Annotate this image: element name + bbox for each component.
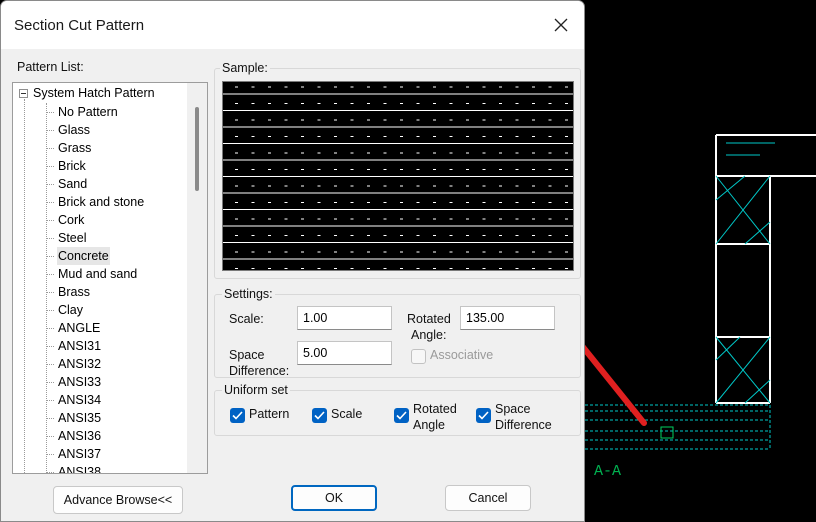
tree-item[interactable]: Mud and sand xyxy=(57,265,138,283)
tree-guide-line xyxy=(46,202,54,203)
tree-item[interactable]: Clay xyxy=(57,301,84,319)
tree-item[interactable]: Concrete xyxy=(57,247,110,265)
cad-section-band xyxy=(585,404,771,450)
tree-guide-line xyxy=(46,454,54,455)
tree-guide-line xyxy=(46,184,54,185)
associative-label: Associative xyxy=(430,348,494,362)
tree-guide-line xyxy=(46,256,54,257)
tree-guide-line xyxy=(46,472,54,473)
tree-root-node[interactable]: System Hatch Pattern xyxy=(19,86,155,100)
tree-guide-line xyxy=(46,292,54,293)
tree-item[interactable]: ANSI32 xyxy=(57,355,102,373)
tree-item[interactable]: ANSI33 xyxy=(57,373,102,391)
tree-guide-line xyxy=(46,220,54,221)
scale-input[interactable] xyxy=(297,306,392,330)
tree-guide-line xyxy=(46,328,54,329)
tree-guide-line xyxy=(46,400,54,401)
checkbox-checked-icon xyxy=(312,408,327,423)
tree-guide-line xyxy=(46,166,54,167)
scrollbar-thumb[interactable] xyxy=(195,107,199,191)
section-cut-pattern-dialog: Section Cut Pattern Pattern List: System… xyxy=(0,0,585,522)
uniform-pattern-checkbox[interactable]: Pattern xyxy=(230,407,289,423)
cad-section-label: A-A xyxy=(594,463,621,480)
close-button[interactable] xyxy=(546,11,576,39)
tree-item[interactable]: Brick and stone xyxy=(57,193,145,211)
checkbox-unchecked-icon xyxy=(411,349,426,364)
cad-selection-marker[interactable] xyxy=(660,426,674,439)
uniform-rotated-angle-label: Rotated Angle xyxy=(413,401,457,433)
tree-guide-line xyxy=(46,112,54,113)
hatch-sample-drawing xyxy=(223,86,573,276)
close-icon xyxy=(554,18,568,32)
pattern-tree[interactable]: System Hatch Pattern No Pattern Glass Gras… xyxy=(12,82,208,474)
tree-item[interactable]: Cork xyxy=(57,211,85,229)
sample-label: Sample: xyxy=(220,61,270,75)
tree-root-label: System Hatch Pattern xyxy=(33,86,155,100)
uniform-pattern-label: Pattern xyxy=(249,407,290,421)
tree-item[interactable]: ANSI34 xyxy=(57,391,102,409)
tree-item[interactable]: ANGLE xyxy=(57,319,101,337)
tree-item[interactable]: Brick xyxy=(57,157,87,175)
tree-guide-line xyxy=(46,310,54,311)
tree-item[interactable]: ANSI31 xyxy=(57,337,102,355)
space-difference-input[interactable] xyxy=(297,341,392,365)
tree-guide-line xyxy=(46,238,54,239)
checkbox-checked-icon xyxy=(476,408,491,423)
tree-guide-line xyxy=(24,99,25,473)
rotated-angle-input[interactable] xyxy=(460,306,555,330)
tree-guide-line xyxy=(46,418,54,419)
advance-browse-button[interactable]: Advance Browse<< xyxy=(53,486,183,514)
sample-preview xyxy=(222,81,574,276)
uniform-space-difference-label: Space Difference xyxy=(495,401,552,433)
uniform-rotated-angle-checkbox[interactable]: Rotated Angle xyxy=(394,401,457,433)
checkbox-checked-icon xyxy=(394,408,409,423)
uniform-set-label: Uniform set xyxy=(222,383,290,397)
tree-guide-line xyxy=(46,436,54,437)
uniform-rotated-label-line1: Rotated xyxy=(413,402,457,416)
tree-item[interactable]: ANSI36 xyxy=(57,427,102,445)
collapse-icon[interactable] xyxy=(19,88,28,98)
rotated-angle-label-line1: Rotated xyxy=(407,312,451,326)
scale-label: Scale: xyxy=(229,312,264,326)
space-difference-label-line2: Difference: xyxy=(229,364,290,378)
uniform-space-label-line1: Space xyxy=(495,402,531,416)
tree-guide-line xyxy=(46,148,54,149)
uniform-scale-label: Scale xyxy=(331,407,363,421)
checkbox-checked-icon xyxy=(230,408,245,423)
uniform-scale-checkbox[interactable]: Scale xyxy=(312,407,362,423)
tree-item[interactable]: Glass xyxy=(57,121,91,139)
tree-guide-line xyxy=(46,274,54,275)
tree-item[interactable]: Grass xyxy=(57,139,92,157)
pattern-list-label: Pattern List: xyxy=(17,60,84,74)
tree-guide-line xyxy=(46,346,54,347)
tree-guide-line xyxy=(46,382,54,383)
ok-button[interactable]: OK xyxy=(291,485,377,511)
tree-guide-line xyxy=(46,364,54,365)
tree-scrollbar[interactable] xyxy=(187,83,207,473)
dialog-titlebar: Section Cut Pattern xyxy=(1,1,584,49)
cad-hatch-lines xyxy=(715,142,775,404)
tree-item[interactable]: Brass xyxy=(57,283,91,301)
cad-wall-lines xyxy=(715,134,816,404)
tree-item[interactable]: ANSI38 xyxy=(57,463,102,473)
tree-item[interactable]: ANSI35 xyxy=(57,409,102,427)
uniform-space-difference-checkbox[interactable]: Space Difference xyxy=(476,401,552,433)
tree-item[interactable]: No Pattern xyxy=(57,103,119,121)
tree-item[interactable]: ANSI37 xyxy=(57,445,102,463)
dialog-title: Section Cut Pattern xyxy=(14,17,145,34)
associative-checkbox[interactable]: Associative xyxy=(411,348,493,364)
settings-label: Settings: xyxy=(222,287,275,301)
space-difference-label-line1: Space xyxy=(229,348,265,362)
uniform-space-label-line2: Difference xyxy=(495,418,552,432)
cancel-button[interactable]: Cancel xyxy=(445,485,531,511)
tree-item[interactable]: Sand xyxy=(57,175,88,193)
tree-item[interactable]: Steel xyxy=(57,229,88,247)
tree-guide-line xyxy=(46,130,54,131)
uniform-rotated-label-line2: Angle xyxy=(413,418,445,432)
rotated-angle-label-line2: Angle: xyxy=(411,328,447,342)
